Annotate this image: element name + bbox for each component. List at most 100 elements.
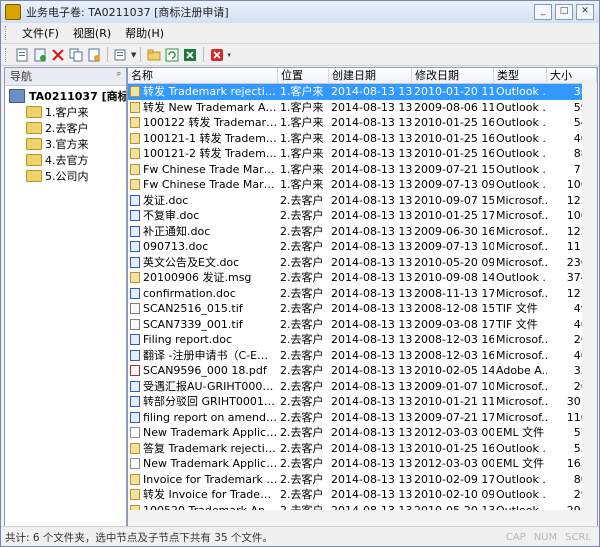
row-type: Microsof... — [496, 410, 547, 424]
row-type: EML 文件 — [496, 457, 545, 470]
minimize-button[interactable]: _ — [534, 4, 552, 20]
table-row[interactable]: 答复 Trademark rejection in...2.去客户 2014-08… — [128, 441, 597, 457]
new-doc2-icon[interactable] — [32, 47, 48, 63]
row-name: SCAN7339_001.tif — [143, 317, 243, 331]
row-name-cell: 转发 New Trademark Applic... — [128, 100, 278, 116]
row-name: 受遇汇报AU-GRIHT0001A.doc — [143, 379, 278, 393]
refresh-icon[interactable] — [164, 47, 180, 63]
list-view-dropdown-icon[interactable]: ▼ — [131, 51, 136, 59]
vertical-scrollbar[interactable] — [582, 83, 597, 526]
menubar-grip[interactable] — [5, 26, 9, 40]
table-row[interactable]: 090713.doc 2.去客户 2014-08-13 13:312009-07-1… — [128, 239, 597, 255]
tree-folder-5[interactable]: 5.公司内 — [5, 168, 126, 184]
table-row[interactable]: Invoice for Trademark rejec...2.去客户 2014-… — [128, 472, 597, 488]
row-created: 2014-08-13 13:31 — [331, 271, 412, 284]
menu-file[interactable]: 文件(F) — [15, 25, 66, 41]
tree-root[interactable]: TA0211037 [商标注册申 — [5, 88, 126, 104]
table-row[interactable]: Fw Chinese Trade Mark Ap...1.客户来 2014-08-… — [128, 162, 597, 178]
row-name-cell: SCAN9596_000 18.pdf — [128, 363, 278, 379]
table-row[interactable]: 受遇汇报AU-GRIHT0001A.doc2.去客户 2014-08-13 13:… — [128, 379, 597, 395]
table-row[interactable]: 100121-2 转发 Trademark r...1.客户来 2014-08-1… — [128, 146, 597, 162]
table-row[interactable]: 100121-1 转发 Trademark r...1.客户来 2014-08-1… — [128, 131, 597, 147]
column-header-size[interactable]: 大小 — [547, 68, 597, 83]
table-row[interactable]: 转发 Invoice for Trademark ...2.去客户 2014-08… — [128, 487, 597, 503]
open-folder-icon[interactable] — [146, 47, 162, 63]
row-created: 2014-08-13 13:31 — [331, 333, 412, 346]
table-row[interactable]: 转发 Trademark rejection in...1.客户来 2014-08… — [128, 84, 597, 100]
properties-icon[interactable] — [86, 47, 102, 63]
column-header-name[interactable]: 名称 — [128, 68, 278, 83]
table-row[interactable]: 不复审.doc 2.去客户 2014-08-13 13:312010-01-25 1… — [128, 208, 597, 224]
table-row[interactable]: SCAN7339_001.tif 2.去客户 2014-08-13 13:31200… — [128, 317, 597, 333]
row-type: Microsof... — [496, 379, 547, 393]
tree-folder-4[interactable]: 4.去官方 — [5, 152, 126, 168]
row-location: 2.去客户 — [280, 364, 324, 377]
row-type: Microsof... — [496, 193, 547, 207]
row-type: Microsof... — [496, 333, 547, 346]
more-tools-chevron-icon[interactable]: ▾ — [227, 51, 231, 59]
row-modified: 2012-03-03 00:01 — [414, 457, 494, 470]
row-name-cell: 翻译 -注册申请书（C-E）.doc — [128, 348, 278, 364]
table-row[interactable]: 100122 转发 Trademark rej...1.客户来 2014-08-1… — [128, 115, 597, 131]
table-row[interactable]: SCAN2516_015.tif 2.去客户 2014-08-13 13:31200… — [128, 301, 597, 317]
row-created: 2014-08-13 13:31 — [331, 209, 412, 222]
eml-icon — [130, 427, 140, 439]
column-header-type[interactable]: 类型 — [494, 68, 547, 83]
table-row[interactable]: 英文公告及E文.doc 2.去客户 2014-08-13 13:312010-05-… — [128, 255, 597, 271]
menu-view[interactable]: 视图(R) — [66, 25, 118, 41]
tree-folder-label: 1.客户来 — [45, 106, 89, 119]
table-row[interactable]: 转发 New Trademark Applic...1.客户来 2014-08-1… — [128, 100, 597, 116]
table-row[interactable]: New Trademark Applicatio...2.去客户 2014-08-… — [128, 456, 597, 472]
row-name-cell: 100121-2 转发 Trademark r... — [128, 146, 278, 162]
table-row[interactable]: 20100906 发证.msg 2.去客户 2014-08-13 13:312010… — [128, 270, 597, 286]
row-modified: 2009-08-06 11:38 — [414, 100, 494, 114]
mail-icon — [130, 132, 140, 144]
table-row[interactable]: Fw Chinese Trade Mark Ap...1.客户来 2014-08-… — [128, 177, 597, 193]
table-row[interactable]: 发证.doc 2.去客户 2014-08-13 13:312010-09-07 15… — [128, 193, 597, 209]
row-name: confirmation.doc — [143, 286, 236, 300]
tree-folder-3[interactable]: 3.官方来 — [5, 136, 126, 152]
delete-icon[interactable] — [50, 47, 66, 63]
horizontal-scrollbar[interactable] — [128, 510, 597, 526]
table-row[interactable]: filing report on amendment...2.去客户 2014-0… — [128, 410, 597, 426]
row-created: 2014-08-13 13:31 — [331, 224, 412, 238]
table-row[interactable]: 补正通知.doc 2.去客户 2014-08-13 13:312009-06-30 … — [128, 224, 597, 240]
table-row[interactable]: Filing report.doc 2.去客户 2014-08-13 13:3120… — [128, 332, 597, 348]
status-text: 共计: 6 个文件夹，选中节点及子节点下共有 35 个文件。 — [5, 531, 273, 544]
tree-folder-2[interactable]: 2.去客户 — [5, 120, 126, 136]
copy-icon[interactable] — [68, 47, 84, 63]
toolbar-grip[interactable] — [5, 47, 9, 62]
table-row[interactable]: New Trademark Applicatio...2.去客户 2014-08-… — [128, 425, 597, 441]
tif-icon — [130, 303, 140, 315]
doc-icon — [130, 241, 140, 253]
row-location: 1.客户来 — [280, 100, 324, 114]
tree-folder-1[interactable]: 1.客户来 — [5, 104, 126, 120]
maximize-button[interactable]: □ — [555, 4, 573, 20]
new-doc-icon[interactable] — [14, 47, 30, 63]
column-header-location[interactable]: 位置 — [278, 68, 329, 83]
close-window-button[interactable]: ✕ — [576, 4, 594, 20]
menu-help[interactable]: 帮助(H) — [118, 25, 171, 41]
row-modified: 2010-01-21 11:58 — [414, 395, 494, 408]
row-modified: 2010-02-10 09:46 — [414, 488, 494, 501]
row-created: 2014-08-13 13:31 — [331, 426, 412, 439]
navigation-pane: 导航 ᵖ TA0211037 [商标注册申 1.客户来 2.去客户 3.官方来 … — [4, 67, 127, 527]
row-location: 1.客户来 — [280, 162, 324, 176]
column-header-modified[interactable]: 修改日期 — [412, 68, 494, 83]
table-row[interactable]: confirmation.doc 2.去客户 2014-08-13 13:31200… — [128, 286, 597, 302]
table-row[interactable]: 翻译 -注册申请书（C-E）.doc2.去客户 2014-08-13 13:312… — [128, 348, 597, 364]
case-root-icon — [9, 89, 25, 103]
table-row[interactable]: 转部分驳回 GRIHT0001CN06...2.去客户 2014-08-13 13… — [128, 394, 597, 410]
row-location: 2.去客户 — [280, 271, 324, 284]
cap-indicator: CAP — [505, 531, 526, 543]
table-row[interactable]: SCAN9596_000 18.pdf 2.去客户 2014-08-13 13:31… — [128, 363, 597, 379]
row-name: Filing report.doc — [143, 333, 232, 346]
row-name: SCAN9596_000 18.pdf — [143, 364, 267, 377]
pin-icon[interactable]: ᵖ — [117, 68, 121, 85]
doc-icon — [130, 210, 140, 222]
close-icon[interactable] — [209, 47, 225, 63]
list-view-icon[interactable] — [113, 47, 129, 63]
export-excel-icon[interactable] — [182, 47, 198, 63]
row-modified: 2008-12-08 15:30 — [414, 302, 494, 315]
column-header-created[interactable]: 创建日期 — [329, 68, 412, 83]
